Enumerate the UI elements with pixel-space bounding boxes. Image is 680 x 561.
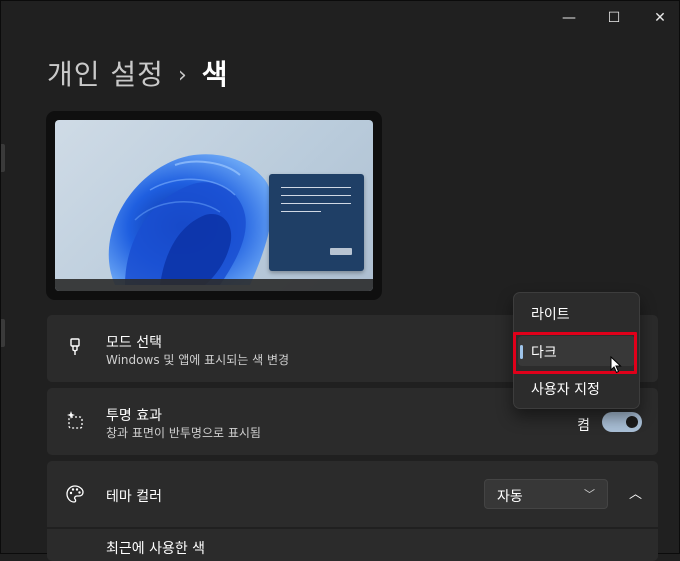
palette-icon [65, 484, 85, 504]
minimize-icon: — [562, 10, 576, 26]
breadcrumb-separator-icon: › [177, 63, 188, 88]
transparency-subtitle: 창과 표면이 반투명으로 표시됨 [106, 426, 261, 440]
close-button[interactable]: ✕ [637, 1, 680, 35]
paintbrush-icon [65, 337, 85, 357]
sidebar-edge [1, 319, 5, 347]
maximize-icon: ☐ [607, 10, 621, 26]
theme-color-card: 테마 컬러 자동 ﹀ ︿ 최근에 사용한 색 [47, 461, 658, 561]
recent-colors-label: 최근에 사용한 색 [106, 541, 206, 557]
theme-color-dropdown[interactable]: 자동 ﹀ [484, 479, 608, 509]
preview-window [269, 174, 364, 271]
mode-title: 모드 선택 [106, 335, 162, 351]
transparency-title: 투명 효과 [106, 408, 162, 424]
sidebar-edge [1, 144, 5, 172]
toggle-knob [626, 416, 638, 428]
breadcrumb-parent[interactable]: 개인 설정 [47, 58, 164, 91]
transparency-sparkle-icon [65, 410, 85, 430]
preview-screen [55, 120, 373, 291]
transparency-state-label: 켬 [577, 418, 590, 434]
page-title: 색 [201, 58, 229, 91]
card-divider [47, 527, 658, 529]
mode-option-light[interactable]: 라이트 [518, 298, 635, 328]
chevron-up-icon[interactable]: ︿ [629, 483, 642, 502]
settings-window: — ☐ ✕ 개인 설정 › 색 모드 선택 Windows 및 앱에 표시되는 … [0, 0, 680, 561]
theme-color-selected: 자동 [497, 489, 523, 505]
minimize-button[interactable]: — [546, 1, 592, 35]
close-icon: ✕ [654, 10, 666, 26]
breadcrumb: 개인 설정 › 색 [47, 53, 229, 93]
theme-preview [46, 111, 382, 300]
mode-option-label: 사용자 지정 [531, 382, 600, 398]
preview-taskbar [55, 279, 373, 291]
maximize-button[interactable]: ☐ [591, 1, 637, 35]
mode-option-custom[interactable]: 사용자 지정 [518, 373, 635, 403]
transparency-toggle[interactable] [602, 412, 642, 432]
chevron-down-icon: ﹀ [584, 488, 595, 501]
mouse-cursor-icon [610, 356, 622, 374]
mode-subtitle: Windows 및 앱에 표시되는 색 변경 [106, 353, 290, 367]
theme-color-title: 테마 컬러 [106, 489, 162, 505]
mode-option-label: 라이트 [531, 307, 570, 323]
